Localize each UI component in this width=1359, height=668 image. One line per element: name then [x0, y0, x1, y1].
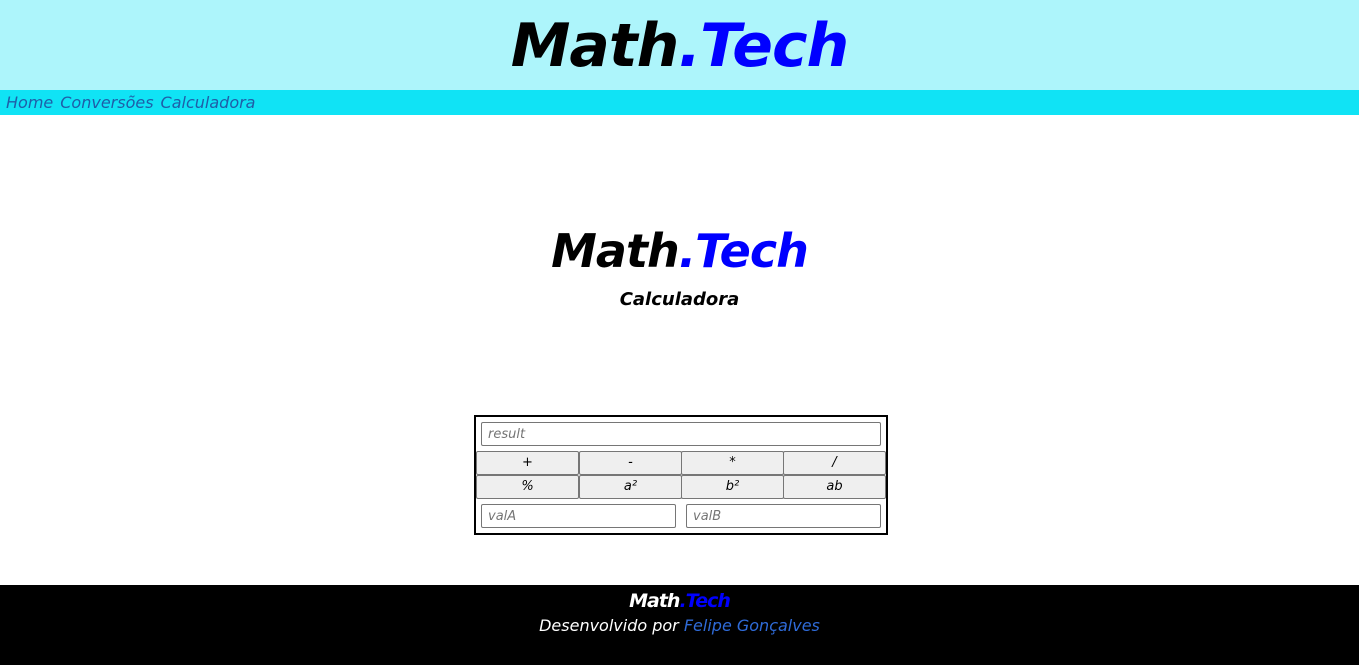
- footer-author-link[interactable]: Felipe Gonçalves: [684, 616, 820, 635]
- nav-link-calculadora[interactable]: Calculadora: [161, 90, 256, 115]
- site-footer: Math.Tech Desenvolvido por Felipe Gonçal…: [0, 585, 1359, 665]
- nav-link-home[interactable]: Home: [6, 90, 53, 115]
- footer-credit: Desenvolvido por Felipe Gonçalves: [0, 615, 1359, 637]
- add-button[interactable]: +: [476, 451, 579, 475]
- footer-logo: Math.Tech: [0, 589, 1359, 613]
- site-logo: Math.Tech: [0, 8, 1359, 84]
- divide-button[interactable]: /: [783, 451, 886, 475]
- logo-text-math: Math: [510, 11, 680, 81]
- nav-link-conversoes[interactable]: Conversões: [60, 90, 153, 115]
- result-input[interactable]: [481, 422, 881, 446]
- subtract-button[interactable]: -: [579, 451, 682, 475]
- hero-text-tech: .Tech: [678, 224, 809, 278]
- multiply-button[interactable]: *: [681, 451, 784, 475]
- ab-button[interactable]: ab: [783, 475, 886, 499]
- percent-button[interactable]: %: [476, 475, 579, 499]
- footer-logo-text-tech: .Tech: [679, 590, 730, 612]
- calculator-panel: + - * / % a² b² ab: [474, 415, 888, 535]
- page-subtitle: Calculadora: [619, 289, 740, 310]
- footer-credit-prefix: Desenvolvido por: [539, 616, 679, 635]
- logo-text-tech: .Tech: [678, 11, 849, 81]
- vala-input[interactable]: [481, 504, 676, 528]
- a-squared-button[interactable]: a²: [579, 475, 682, 499]
- valb-input[interactable]: [686, 504, 881, 528]
- site-header: Math.Tech: [0, 0, 1359, 90]
- footer-logo-text-math: Math: [629, 590, 680, 612]
- b-squared-button[interactable]: b²: [681, 475, 784, 499]
- hero-title: Math.Tech: [0, 222, 1359, 280]
- hero-text-math: Math: [551, 224, 680, 278]
- main-nav: Home Conversões Calculadora: [0, 90, 1359, 115]
